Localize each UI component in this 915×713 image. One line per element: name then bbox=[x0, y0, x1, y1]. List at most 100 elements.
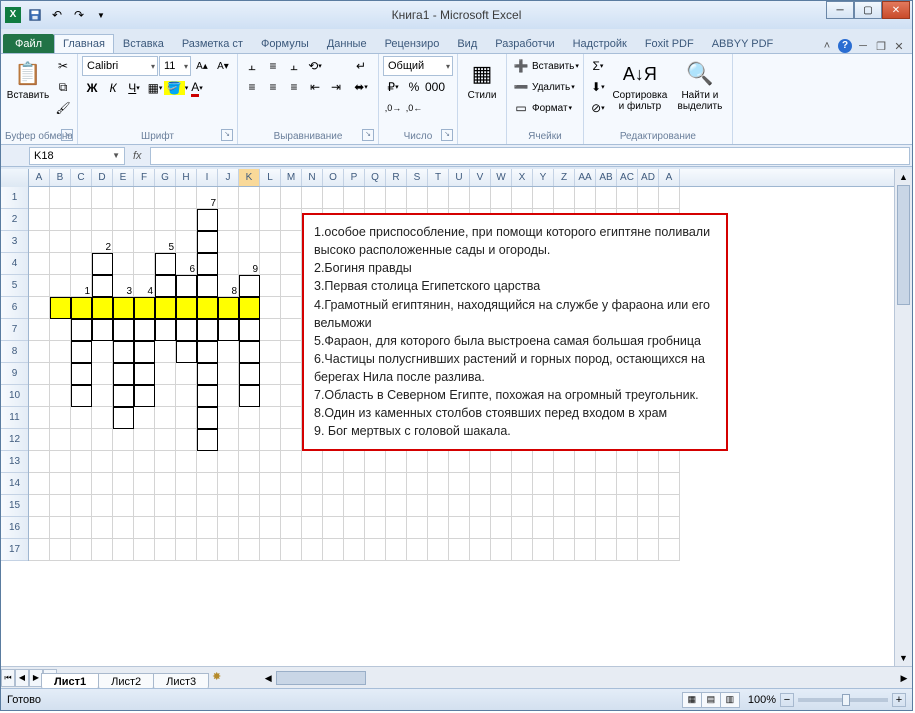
scroll-down-button[interactable]: ▼ bbox=[895, 650, 912, 666]
insert-sheet-button[interactable]: ✸ bbox=[212, 670, 230, 686]
crossword-cell[interactable] bbox=[134, 297, 155, 319]
cell[interactable] bbox=[92, 451, 113, 473]
cell[interactable] bbox=[365, 539, 386, 561]
row-header[interactable]: 5 bbox=[1, 275, 28, 297]
crossword-cell[interactable] bbox=[134, 385, 155, 407]
cell[interactable] bbox=[260, 275, 281, 297]
crossword-cell[interactable] bbox=[113, 385, 134, 407]
cell[interactable] bbox=[491, 539, 512, 561]
cell[interactable] bbox=[596, 187, 617, 209]
column-header[interactable]: U bbox=[449, 169, 470, 186]
ribbon-tab-9[interactable]: Foxit PDF bbox=[636, 34, 703, 53]
cell[interactable] bbox=[176, 209, 197, 231]
cell[interactable] bbox=[596, 517, 617, 539]
cell[interactable] bbox=[281, 275, 302, 297]
crossword-cell[interactable] bbox=[176, 297, 197, 319]
row-header[interactable]: 15 bbox=[1, 495, 28, 517]
cell[interactable] bbox=[113, 539, 134, 561]
cell[interactable] bbox=[50, 429, 71, 451]
select-all-corner[interactable] bbox=[1, 169, 29, 187]
cell[interactable] bbox=[218, 363, 239, 385]
bold-button[interactable]: Ж bbox=[82, 78, 102, 98]
cell[interactable] bbox=[554, 539, 575, 561]
column-header[interactable]: G bbox=[155, 169, 176, 186]
cell[interactable] bbox=[134, 473, 155, 495]
crossword-cell[interactable] bbox=[197, 209, 218, 231]
orientation-button[interactable]: ⟲▾ bbox=[305, 56, 325, 76]
cell[interactable] bbox=[155, 473, 176, 495]
crossword-cell[interactable] bbox=[197, 275, 218, 297]
cell[interactable] bbox=[176, 187, 197, 209]
cell[interactable] bbox=[155, 407, 176, 429]
cell[interactable] bbox=[92, 407, 113, 429]
cell[interactable] bbox=[260, 407, 281, 429]
cell[interactable] bbox=[29, 539, 50, 561]
cell[interactable] bbox=[239, 187, 260, 209]
crossword-number[interactable]: 9 bbox=[239, 253, 260, 275]
cell[interactable] bbox=[575, 187, 596, 209]
crossword-cell[interactable] bbox=[134, 319, 155, 341]
cell[interactable] bbox=[554, 517, 575, 539]
zoom-slider[interactable] bbox=[798, 698, 888, 702]
cell[interactable] bbox=[155, 187, 176, 209]
row-header[interactable]: 11 bbox=[1, 407, 28, 429]
cell[interactable] bbox=[344, 187, 365, 209]
cell[interactable] bbox=[239, 517, 260, 539]
cell[interactable] bbox=[302, 495, 323, 517]
view-page-break-button[interactable]: ▥ bbox=[720, 692, 740, 708]
crossword-cell[interactable] bbox=[92, 253, 113, 275]
column-header[interactable]: X bbox=[512, 169, 533, 186]
decrease-font-button[interactable]: A▾ bbox=[213, 56, 233, 76]
column-header[interactable]: V bbox=[470, 169, 491, 186]
fx-icon[interactable]: fx bbox=[133, 150, 142, 162]
column-header[interactable]: J bbox=[218, 169, 239, 186]
align-right-button[interactable]: ≡ bbox=[284, 77, 304, 97]
cell[interactable] bbox=[407, 539, 428, 561]
cell[interactable] bbox=[50, 187, 71, 209]
cell[interactable] bbox=[134, 187, 155, 209]
cell[interactable] bbox=[239, 495, 260, 517]
row-header[interactable]: 6 bbox=[1, 297, 28, 319]
fill-button[interactable]: ⬇▾ bbox=[588, 77, 608, 97]
cell[interactable] bbox=[218, 209, 239, 231]
vertical-scroll-thumb[interactable] bbox=[897, 185, 910, 305]
cell[interactable] bbox=[218, 517, 239, 539]
cell[interactable] bbox=[29, 517, 50, 539]
cell[interactable] bbox=[512, 495, 533, 517]
cell[interactable] bbox=[71, 473, 92, 495]
cell[interactable] bbox=[176, 407, 197, 429]
cell[interactable] bbox=[71, 407, 92, 429]
minimize-button[interactable]: ─ bbox=[826, 1, 854, 19]
cell[interactable] bbox=[281, 451, 302, 473]
cell[interactable] bbox=[92, 429, 113, 451]
crossword-cell[interactable] bbox=[197, 341, 218, 363]
cell[interactable] bbox=[512, 451, 533, 473]
align-top-button[interactable]: ⫠ bbox=[242, 56, 262, 76]
cell[interactable] bbox=[554, 473, 575, 495]
column-header[interactable]: AA bbox=[575, 169, 596, 186]
cell[interactable] bbox=[260, 495, 281, 517]
wrap-text-button[interactable]: ↵ bbox=[348, 56, 374, 76]
cell[interactable] bbox=[29, 231, 50, 253]
cell[interactable] bbox=[71, 209, 92, 231]
cell[interactable] bbox=[428, 495, 449, 517]
cell[interactable] bbox=[512, 187, 533, 209]
cell[interactable] bbox=[197, 473, 218, 495]
column-header[interactable]: S bbox=[407, 169, 428, 186]
cell[interactable] bbox=[50, 517, 71, 539]
column-header[interactable]: M bbox=[281, 169, 302, 186]
sheet-nav-prev-button[interactable]: ◀ bbox=[15, 669, 29, 687]
cell[interactable] bbox=[428, 187, 449, 209]
ribbon-minimize-button[interactable]: ˄ bbox=[820, 39, 834, 53]
cell[interactable] bbox=[638, 539, 659, 561]
crossword-cell[interactable] bbox=[71, 341, 92, 363]
cell[interactable] bbox=[323, 473, 344, 495]
crossword-number[interactable]: 2 bbox=[92, 231, 113, 253]
cell[interactable] bbox=[407, 517, 428, 539]
crossword-cell[interactable] bbox=[113, 363, 134, 385]
crossword-cell[interactable] bbox=[239, 275, 260, 297]
scroll-right-button[interactable]: ▶ bbox=[896, 669, 912, 687]
cell[interactable] bbox=[533, 187, 554, 209]
comma-style-button[interactable]: 000 bbox=[425, 77, 445, 97]
cell[interactable] bbox=[449, 451, 470, 473]
